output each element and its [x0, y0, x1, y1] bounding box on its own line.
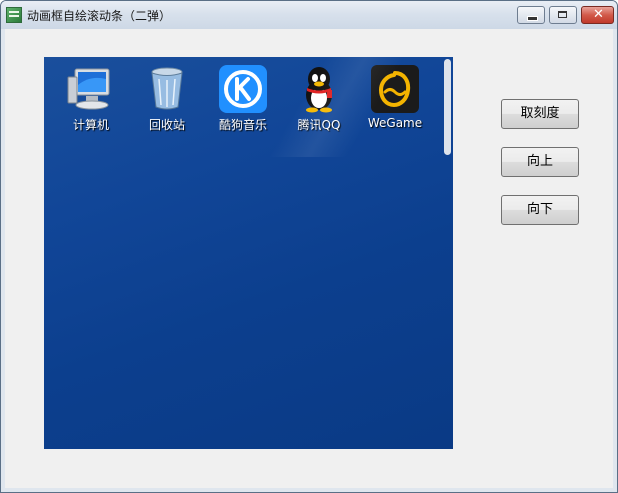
desktop-item-label: 腾讯QQ — [297, 118, 341, 132]
wegame-icon — [370, 65, 420, 113]
scroll-up-button[interactable]: 向上 — [501, 147, 579, 177]
desktop-item-computer[interactable]: 计算机 — [56, 65, 126, 133]
close-button[interactable]: ✕ — [581, 6, 614, 24]
desktop-item-label: WeGame — [367, 116, 423, 130]
maximize-icon — [558, 11, 567, 18]
client-area: 计算机 回收站 酷狗音乐 腾讯QQ WeGame 取刻度 向上 向下 — [5, 29, 613, 488]
desktop-item-recycle-bin[interactable]: 回收站 — [132, 65, 202, 133]
close-icon: ✕ — [593, 7, 604, 22]
app-window: 动画框自绘滚动条（二弹） ✕ 计算机 回收站 酷狗音乐 腾讯QQ WeGame … — [0, 0, 618, 493]
desktop-item-label: 回收站 — [148, 118, 185, 132]
title-bar[interactable]: 动画框自绘滚动条（二弹） ✕ — [1, 1, 617, 29]
custom-scrollbar[interactable] — [444, 57, 453, 449]
desktop-item-qq[interactable]: 腾讯QQ — [284, 65, 354, 133]
calibrate-button[interactable]: 取刻度 — [501, 99, 579, 129]
desktop-item-wegame[interactable]: WeGame — [360, 65, 430, 130]
app-icon — [6, 7, 22, 23]
desktop-item-label: 酷狗音乐 — [218, 118, 267, 132]
scrollbar-thumb[interactable] — [444, 59, 451, 155]
desktop-item-kugou-music[interactable]: 酷狗音乐 — [208, 65, 278, 133]
recycle-bin-icon — [142, 65, 192, 113]
computer-icon — [66, 65, 116, 113]
desktop-item-label: 计算机 — [72, 118, 109, 132]
qq-icon — [294, 65, 344, 113]
scroll-down-button[interactable]: 向下 — [501, 195, 579, 225]
minimize-button[interactable] — [517, 6, 545, 24]
minimize-icon — [527, 16, 538, 21]
animation-frame[interactable]: 计算机 回收站 酷狗音乐 腾讯QQ WeGame — [44, 57, 453, 449]
kugou-music-icon — [218, 65, 268, 113]
maximize-button[interactable] — [549, 6, 577, 24]
window-title: 动画框自绘滚动条（二弹） — [27, 9, 172, 23]
